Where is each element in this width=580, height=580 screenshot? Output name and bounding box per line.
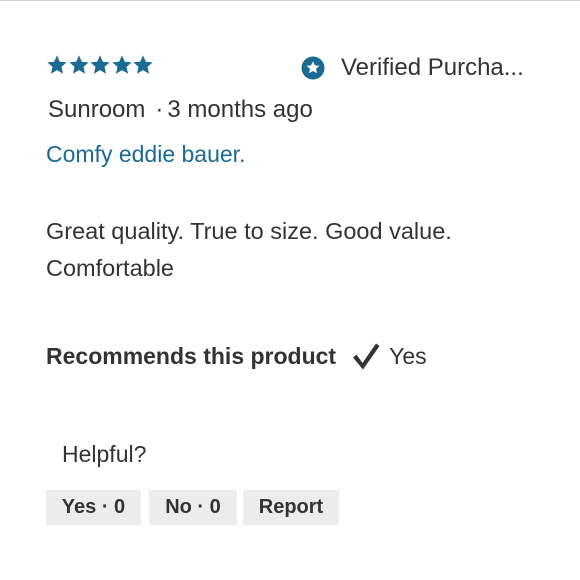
meta-separator: · xyxy=(155,96,164,123)
star-icon xyxy=(46,54,68,76)
review-title: Comfy eddie bauer. xyxy=(46,141,246,167)
report-button[interactable]: Report xyxy=(243,490,339,525)
star-icon xyxy=(111,54,133,76)
star-icon xyxy=(89,54,111,76)
recommends-row: Recommends this product Yes xyxy=(46,340,427,372)
star-rating xyxy=(46,54,154,76)
recommends-value: Yes xyxy=(389,342,427,369)
recommends-label: Recommends this product xyxy=(46,342,337,369)
checkmark-icon xyxy=(351,341,381,371)
review-body-line: Great quality. True to size. Good value. xyxy=(46,218,452,244)
review-body: Great quality. True to size. Good value.… xyxy=(46,213,546,287)
helpful-no-button[interactable]: No · 0 xyxy=(149,490,237,525)
helpful-label: Helpful? xyxy=(62,441,147,467)
helpful-yes-button[interactable]: Yes · 0 xyxy=(46,490,141,525)
verified-purchase-label: Verified Purcha... xyxy=(341,54,524,81)
verified-badge-icon xyxy=(301,56,325,80)
review-date: 3 months ago xyxy=(167,96,313,123)
star-icon xyxy=(68,54,90,76)
star-icon xyxy=(132,54,154,76)
review-card: Verified Purcha... Sunroom · 3 months ago … xyxy=(0,0,580,580)
verified-purchase-badge: Verified Purcha... xyxy=(301,54,524,82)
rating-row: Verified Purcha... xyxy=(46,54,546,82)
review-meta: Sunroom · 3 months ago xyxy=(48,96,313,124)
review-body-line: Comfortable xyxy=(46,255,174,281)
review-author: Sunroom xyxy=(48,96,146,123)
